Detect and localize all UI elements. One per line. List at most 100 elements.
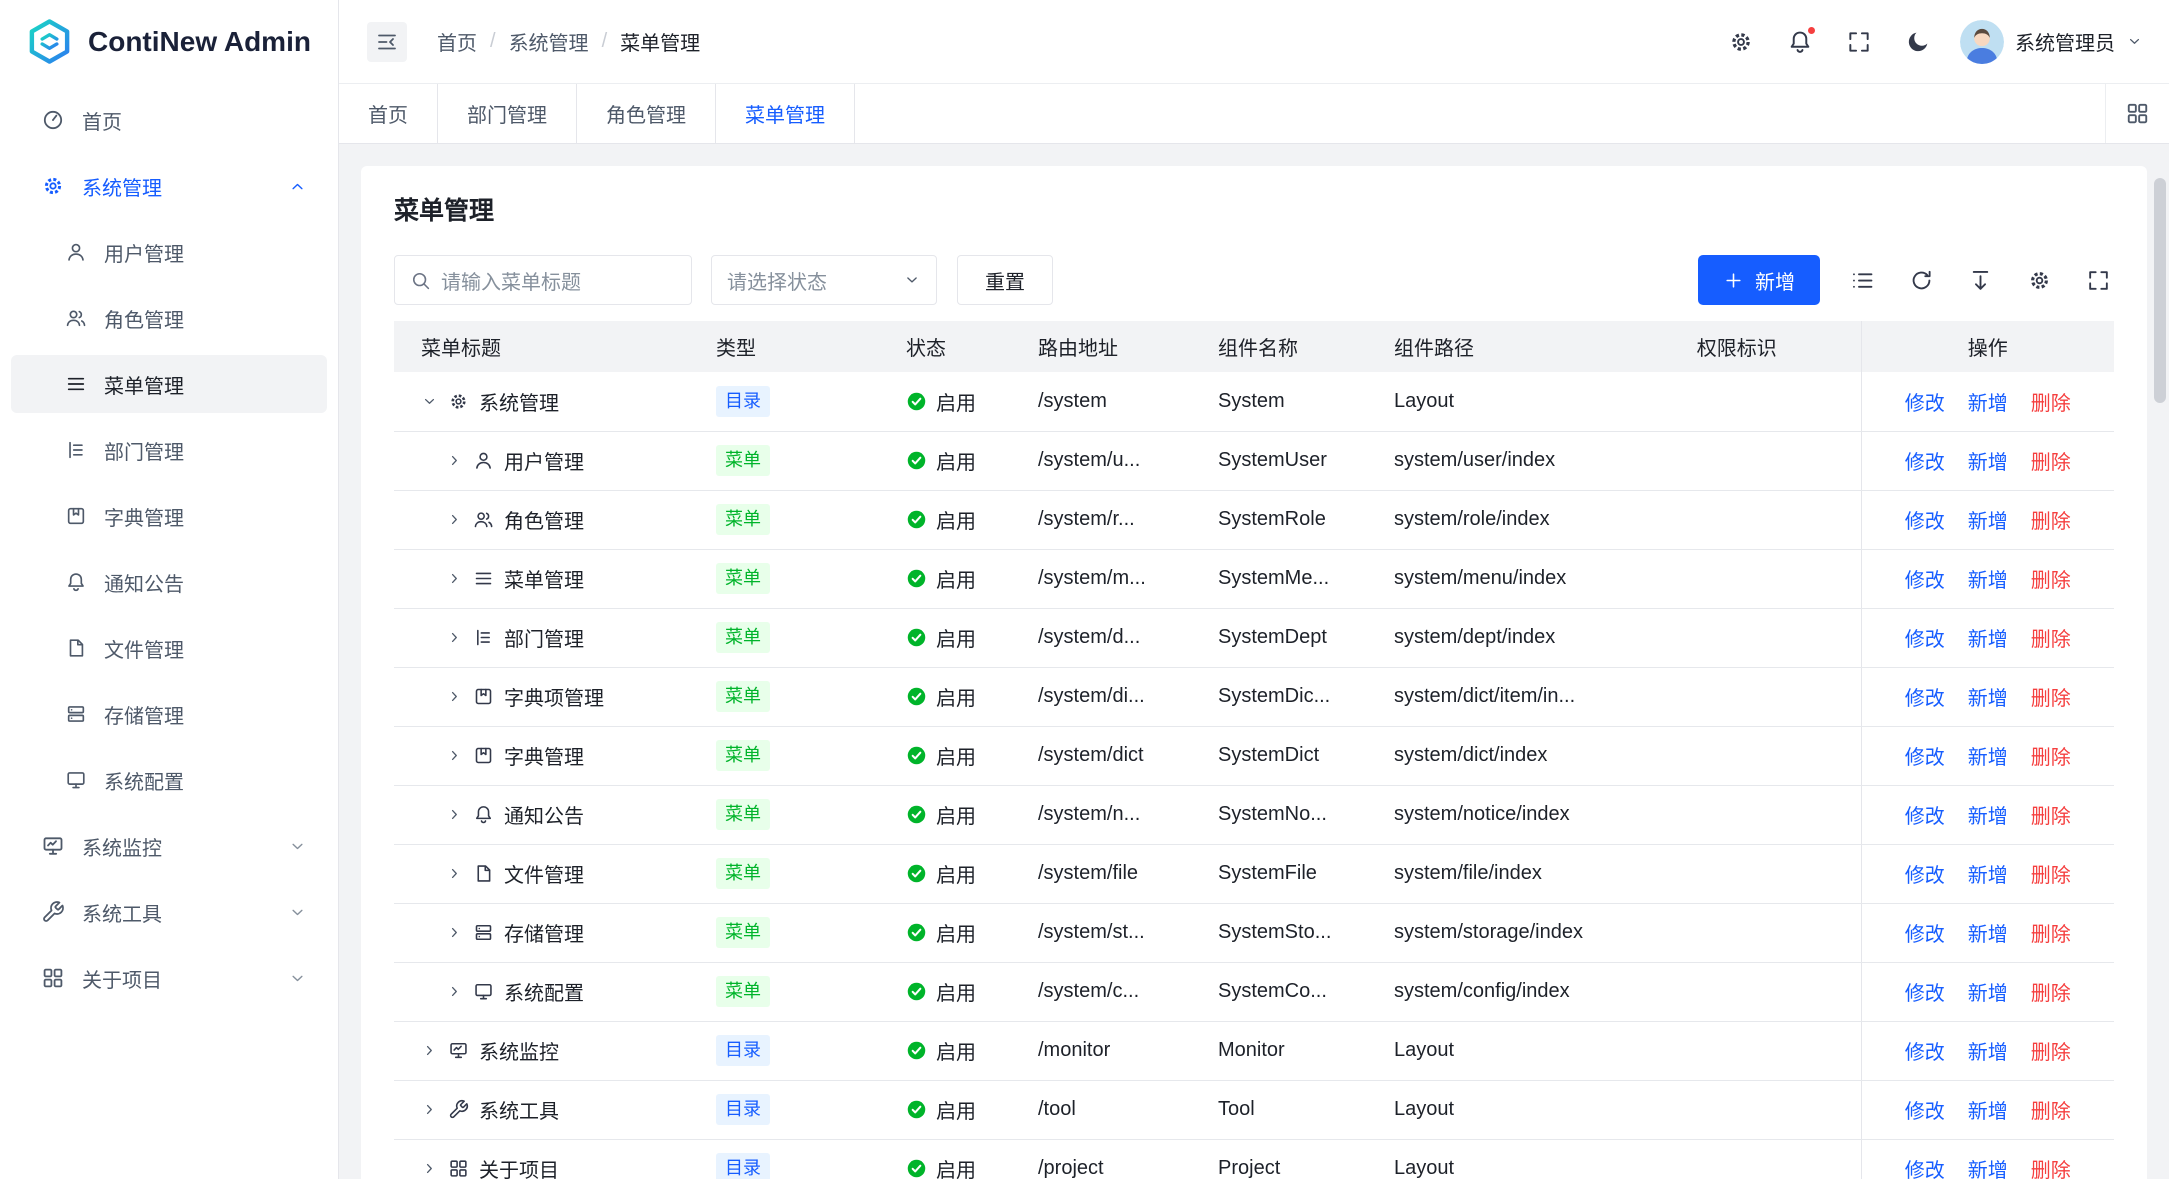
delete-link[interactable]: 删除	[2031, 1154, 2071, 1179]
add-link[interactable]: 新增	[1968, 564, 2008, 593]
sidebar-item-monitor[interactable]: 系统监控	[11, 817, 327, 875]
delete-link[interactable]: 删除	[2031, 564, 2071, 593]
chevron-right-icon[interactable]	[446, 452, 463, 469]
edit-link[interactable]: 修改	[1905, 1095, 1945, 1124]
sidebar-item-menu[interactable]: 菜单管理	[11, 355, 327, 413]
delete-link[interactable]: 删除	[2031, 741, 2071, 770]
view-list-button[interactable]	[1846, 264, 1878, 296]
menu-title: 存储管理	[504, 918, 584, 947]
sidebar-item-dict[interactable]: 字典管理	[11, 487, 327, 545]
delete-link[interactable]: 删除	[2031, 1095, 2071, 1124]
dark-mode-button[interactable]	[1905, 29, 1931, 55]
add-link[interactable]: 新增	[1968, 859, 2008, 888]
chevron-right-icon[interactable]	[446, 924, 463, 941]
sidebar-item-about[interactable]: 关于项目	[11, 949, 327, 1007]
chevron-right-icon[interactable]	[446, 806, 463, 823]
tab-dept[interactable]: 部门管理	[438, 84, 577, 143]
fullscreen-button[interactable]	[1846, 29, 1872, 55]
sidebar-collapse-button[interactable]	[367, 22, 407, 62]
check-circle-icon	[906, 509, 927, 530]
add-link[interactable]: 新增	[1968, 505, 2008, 534]
add-link[interactable]: 新增	[1968, 1036, 2008, 1065]
status-select[interactable]: 请选择状态	[711, 255, 937, 305]
tab-role[interactable]: 角色管理	[577, 84, 716, 143]
add-link[interactable]: 新增	[1968, 1154, 2008, 1179]
chevron-right-icon[interactable]	[421, 1101, 438, 1118]
sidebar-item-system[interactable]: 系统管理	[11, 157, 327, 215]
chevron-right-icon[interactable]	[446, 511, 463, 528]
edit-link[interactable]: 修改	[1905, 564, 1945, 593]
chevron-right-icon[interactable]	[446, 983, 463, 1000]
edit-link[interactable]: 修改	[1905, 1154, 1945, 1179]
sidebar-item-user[interactable]: 用户管理	[11, 223, 327, 281]
table-fullscreen-button[interactable]	[2082, 264, 2114, 296]
chevron-right-icon[interactable]	[446, 865, 463, 882]
tab-menu[interactable]: 菜单管理	[716, 84, 855, 143]
add-link[interactable]: 新增	[1968, 918, 2008, 947]
reset-button[interactable]: 重置	[957, 255, 1053, 305]
add-link[interactable]: 新增	[1968, 977, 2008, 1006]
edit-link[interactable]: 修改	[1905, 800, 1945, 829]
delete-link[interactable]: 删除	[2031, 623, 2071, 652]
sidebar-item-notice[interactable]: 通知公告	[11, 553, 327, 611]
edit-link[interactable]: 修改	[1905, 446, 1945, 475]
add-link[interactable]: 新增	[1968, 623, 2008, 652]
status: 启用	[906, 741, 1011, 770]
chevron-right-icon[interactable]	[421, 1160, 438, 1177]
refresh-button[interactable]	[1905, 264, 1937, 296]
edit-link[interactable]: 修改	[1905, 387, 1945, 416]
sidebar-item-file[interactable]: 文件管理	[11, 619, 327, 677]
sidebar-item-storage[interactable]: 存储管理	[11, 685, 327, 743]
delete-link[interactable]: 删除	[2031, 1036, 2071, 1065]
export-button[interactable]	[1964, 264, 1996, 296]
edit-link[interactable]: 修改	[1905, 741, 1945, 770]
edit-link[interactable]: 修改	[1905, 859, 1945, 888]
chevron-right-icon[interactable]	[446, 688, 463, 705]
delete-link[interactable]: 删除	[2031, 682, 2071, 711]
delete-link[interactable]: 删除	[2031, 800, 2071, 829]
add-link[interactable]: 新增	[1968, 800, 2008, 829]
notifications-button[interactable]	[1787, 29, 1813, 55]
add-link[interactable]: 新增	[1968, 741, 2008, 770]
tab-home[interactable]: 首页	[339, 84, 438, 143]
component-name-cell: SystemUser	[1191, 431, 1367, 490]
edit-link[interactable]: 修改	[1905, 505, 1945, 534]
dict-icon	[65, 505, 87, 527]
add-link[interactable]: 新增	[1968, 682, 2008, 711]
sidebar-item-dept[interactable]: 部门管理	[11, 421, 327, 479]
chevron-right-icon[interactable]	[421, 1042, 438, 1059]
edit-link[interactable]: 修改	[1905, 623, 1945, 652]
add-link[interactable]: 新增	[1968, 387, 2008, 416]
chevron-right-icon[interactable]	[446, 570, 463, 587]
add-button[interactable]: 新增	[1698, 255, 1820, 305]
delete-link[interactable]: 删除	[2031, 859, 2071, 888]
chevron-right-icon[interactable]	[446, 747, 463, 764]
search-input[interactable]: 请输入菜单标题	[394, 255, 692, 305]
edit-link[interactable]: 修改	[1905, 682, 1945, 711]
sidebar-item-tool[interactable]: 系统工具	[11, 883, 327, 941]
chevron-right-icon[interactable]	[446, 629, 463, 646]
settings-button[interactable]	[1728, 29, 1754, 55]
edit-link[interactable]: 修改	[1905, 918, 1945, 947]
chevron-down-icon[interactable]	[421, 393, 438, 410]
sidebar-item-role[interactable]: 角色管理	[11, 289, 327, 347]
delete-link[interactable]: 删除	[2031, 387, 2071, 416]
delete-link[interactable]: 删除	[2031, 446, 2071, 475]
app-logo[interactable]: ContiNew Admin	[0, 0, 338, 83]
page-scrollbar[interactable]	[2154, 178, 2166, 403]
tab-list-button[interactable]	[2105, 84, 2169, 143]
delete-link[interactable]: 删除	[2031, 505, 2071, 534]
edit-link[interactable]: 修改	[1905, 1036, 1945, 1065]
sidebar-item-config[interactable]: 系统配置	[11, 751, 327, 809]
status: 启用	[906, 977, 1011, 1006]
column-settings-button[interactable]	[2023, 264, 2055, 296]
add-link[interactable]: 新增	[1968, 446, 2008, 475]
user-menu[interactable]: 系统管理员	[1960, 20, 2143, 64]
delete-link[interactable]: 删除	[2031, 977, 2071, 1006]
breadcrumb-item[interactable]: 系统管理	[509, 27, 589, 56]
breadcrumb-item[interactable]: 首页	[437, 27, 477, 56]
delete-link[interactable]: 删除	[2031, 918, 2071, 947]
edit-link[interactable]: 修改	[1905, 977, 1945, 1006]
sidebar-item-home[interactable]: 首页	[11, 91, 327, 149]
add-link[interactable]: 新增	[1968, 1095, 2008, 1124]
